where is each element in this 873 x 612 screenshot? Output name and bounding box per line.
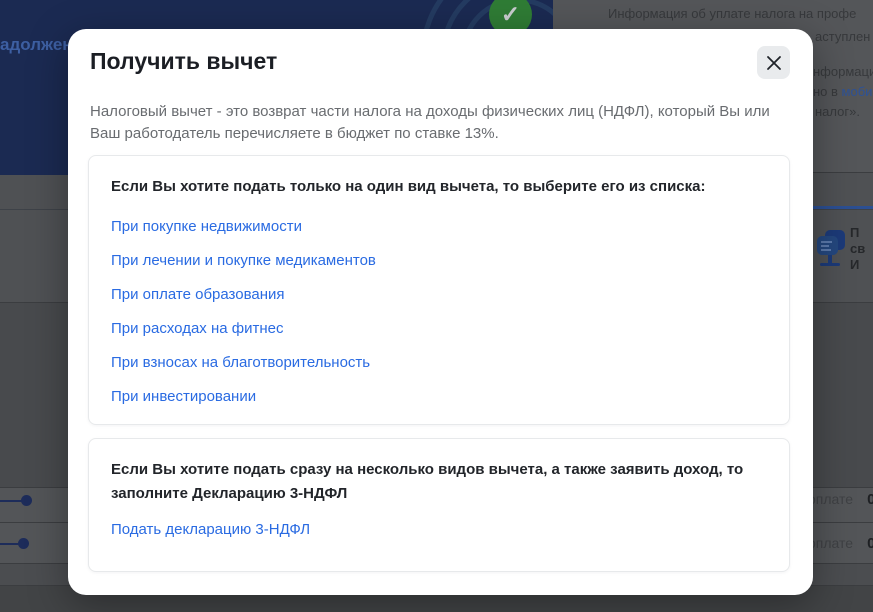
background-text-fragment: но в bbox=[813, 84, 842, 99]
single-card-heading: Если Вы хотите подать только на один вид… bbox=[111, 178, 706, 195]
background-link-fragment: моби bbox=[841, 84, 873, 99]
background-info-text: Информация об уплате налога на профе bbox=[608, 6, 857, 21]
pay-amount-row: оплате 0 bbox=[808, 535, 873, 552]
debt-status-text-fragment: адолжен bbox=[0, 35, 73, 54]
background-text-fragment: но в моби bbox=[813, 84, 872, 99]
slider-handle bbox=[21, 495, 32, 506]
background-text-fragment: аступлен bbox=[815, 29, 871, 44]
slider-handle bbox=[18, 538, 29, 549]
monitor-chat-icon bbox=[817, 230, 845, 266]
pay-label: оплате bbox=[808, 491, 854, 507]
background-text-fragment: нформаци bbox=[813, 64, 873, 79]
pay-amount-row: оплате 0 bbox=[808, 491, 873, 508]
link-education-payment[interactable]: При оплате образования bbox=[111, 277, 285, 311]
get-deduction-modal: Получить вычет Налоговый вычет - это воз… bbox=[68, 29, 813, 595]
modal-description: Налоговый вычет - это возврат части нало… bbox=[90, 103, 770, 142]
single-deduction-card: Если Вы хотите подать только на один вид… bbox=[88, 155, 790, 425]
multi-deduction-card: Если Вы хотите подать сразу на несколько… bbox=[88, 438, 790, 572]
link-investment[interactable]: При инвестировании bbox=[111, 379, 256, 413]
modal-title: Получить вычет bbox=[90, 48, 278, 74]
close-button[interactable] bbox=[757, 46, 790, 79]
link-file-3ndfl-declaration[interactable]: Подать декларацию 3-НДФЛ bbox=[111, 512, 310, 546]
background-bold-fragment: св bbox=[850, 241, 866, 256]
background-text-fragment: налог». bbox=[815, 104, 860, 119]
pay-label: оплате bbox=[808, 535, 854, 551]
pay-value: 0 bbox=[867, 491, 873, 508]
background-bold-fragment: П bbox=[850, 225, 860, 240]
close-icon bbox=[766, 55, 781, 70]
background-bold-fragment: И bbox=[850, 257, 860, 272]
active-tab-indicator bbox=[813, 206, 873, 209]
multi-card-heading: Если Вы хотите подать сразу на несколько… bbox=[111, 461, 744, 502]
link-medical-treatment[interactable]: При лечении и покупке медикаментов bbox=[111, 243, 376, 277]
pay-value: 0 bbox=[867, 535, 873, 552]
link-property-purchase[interactable]: При покупке недвижимости bbox=[111, 209, 302, 243]
link-fitness-expenses[interactable]: При расходах на фитнес bbox=[111, 311, 283, 345]
link-charity-contributions[interactable]: При взносах на благотворительность bbox=[111, 345, 370, 379]
